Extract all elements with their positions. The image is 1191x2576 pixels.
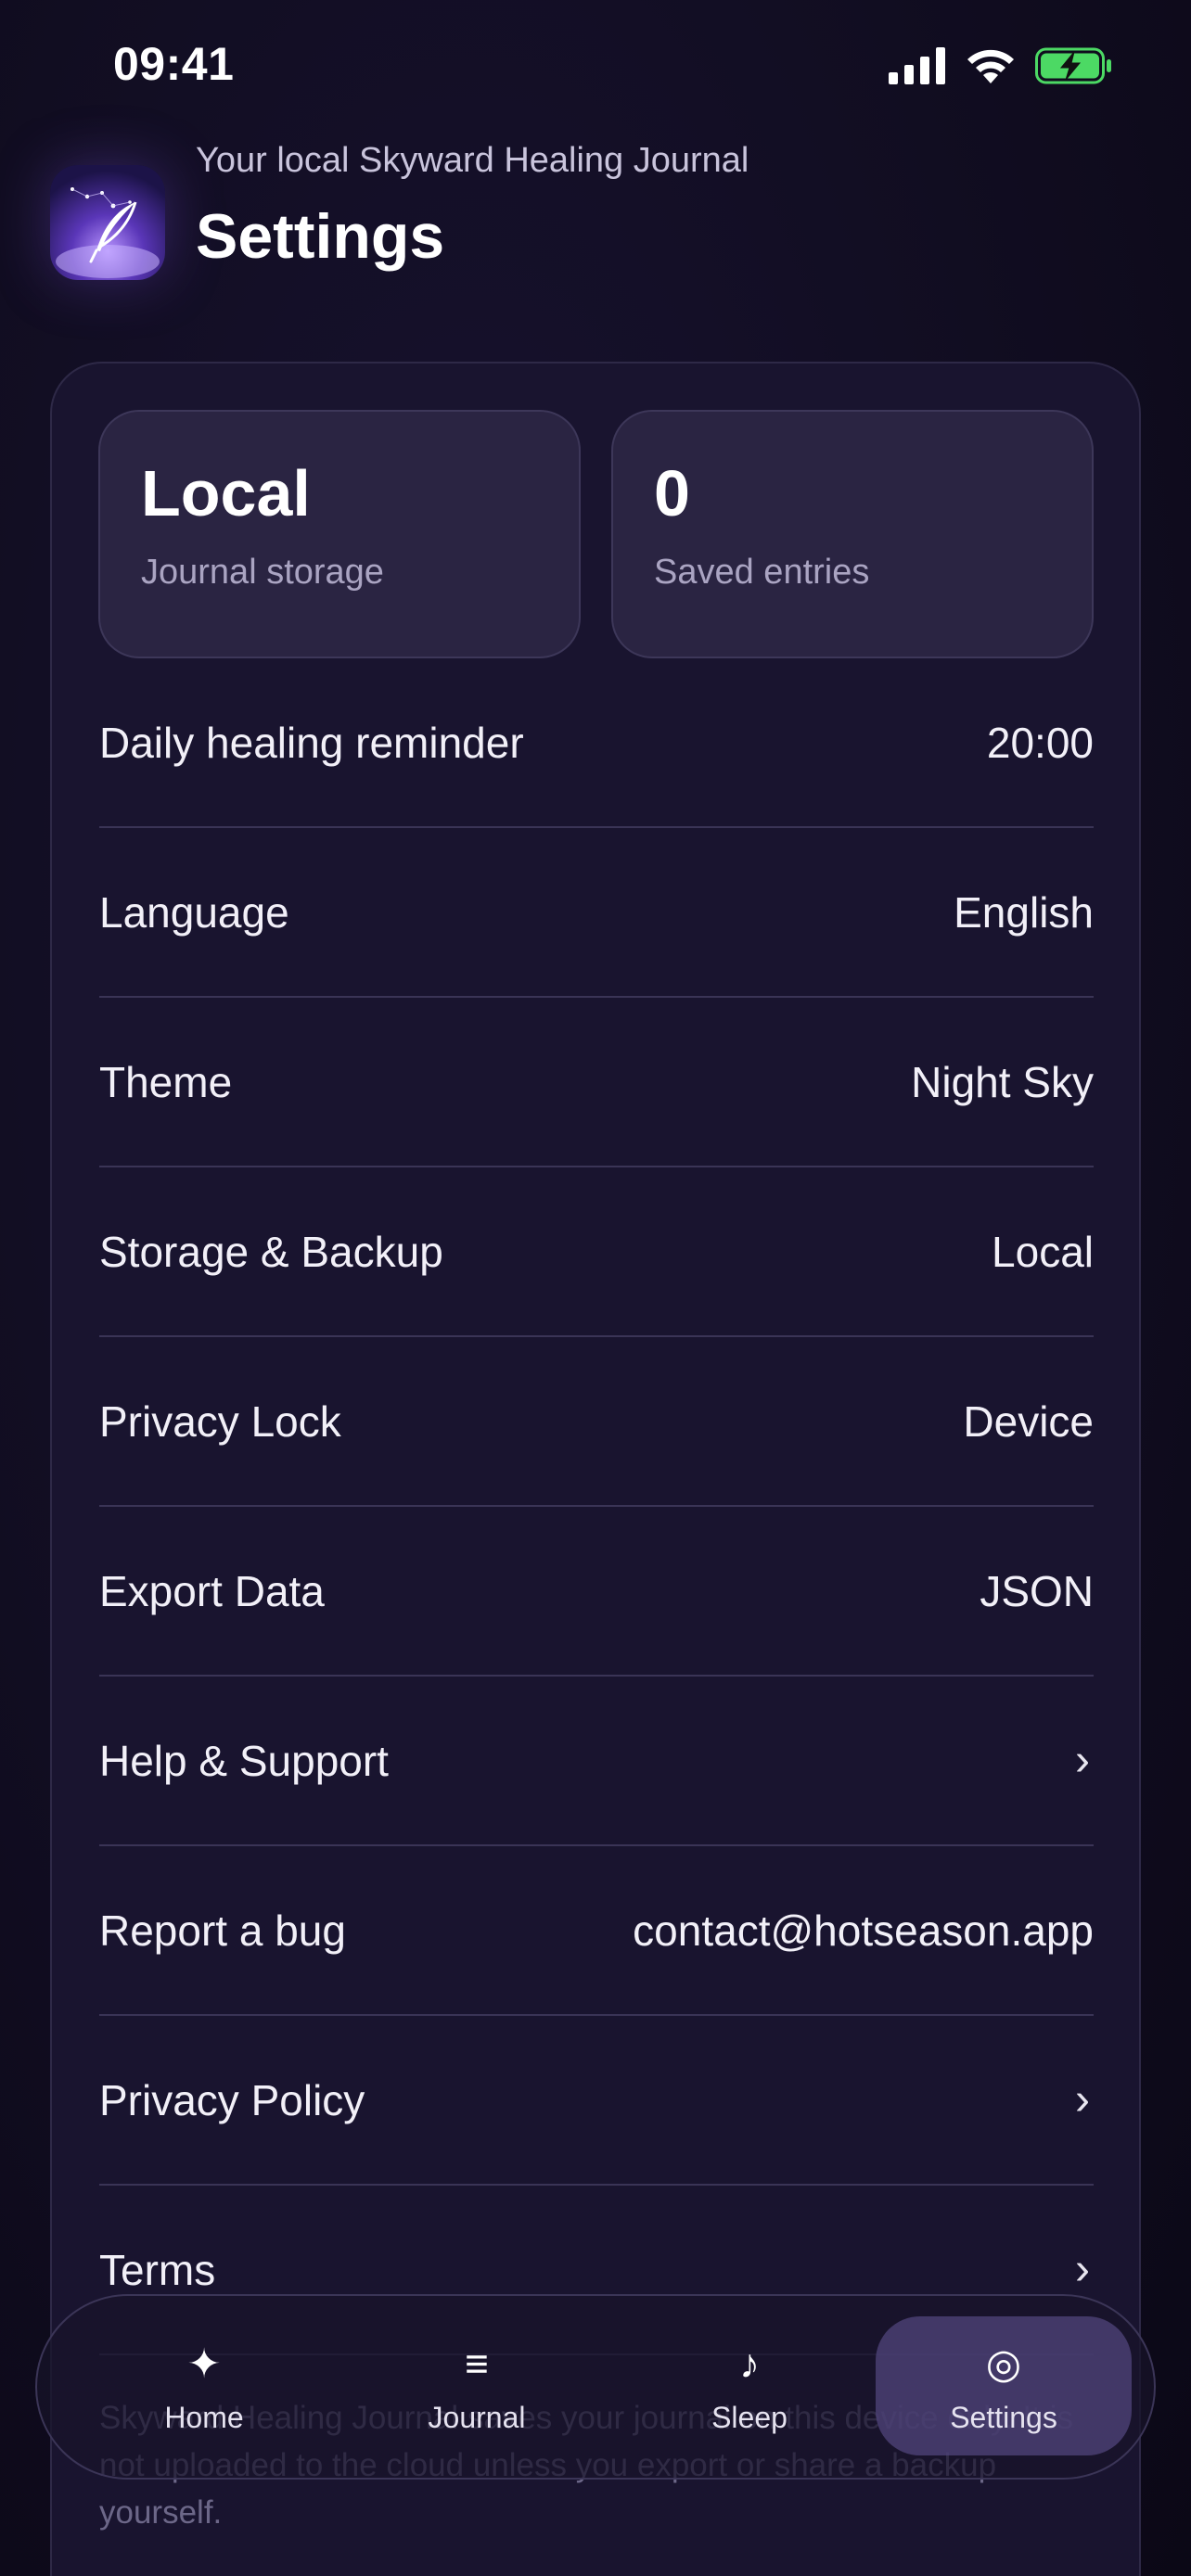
chevron-right-icon: › xyxy=(1075,2245,1090,2294)
setting-label: Daily healing reminder xyxy=(99,718,524,767)
stat-value: Local xyxy=(141,457,311,529)
setting-value: 20:00 xyxy=(986,718,1094,767)
tab-label: Home xyxy=(164,2400,244,2434)
tab-label: Sleep xyxy=(711,2400,788,2434)
header-subtitle: Your local Skyward Healing Journal xyxy=(196,141,749,180)
setting-language[interactable]: Language English xyxy=(99,828,1094,998)
setting-label: Help & Support xyxy=(99,1736,389,1785)
settings-screen: 09:41 Your local Skyward Healing Journal… xyxy=(0,0,1191,2576)
chevron-right-icon: › xyxy=(1075,2075,1090,2124)
tab-sleep[interactable]: ♪ Sleep xyxy=(621,2316,877,2455)
setting-label: Report a bug xyxy=(99,1906,346,1955)
stat-value: 0 xyxy=(654,457,690,529)
status-icons xyxy=(889,46,1113,85)
setting-storage-backup[interactable]: Storage & Backup Local xyxy=(99,1167,1094,1337)
setting-daily-reminder[interactable]: Daily healing reminder 20:00 xyxy=(99,658,1094,828)
contact-email-link[interactable]: contact@hotseason.app xyxy=(633,1906,1094,1956)
setting-theme[interactable]: Theme Night Sky xyxy=(99,998,1094,1167)
bottom-tab-bar: ✦ Home ≡ Journal ♪ Sleep ◎ Settings xyxy=(35,2294,1156,2480)
settings-card: Local Journal storage 0 Saved entries Da… xyxy=(50,362,1141,2576)
setting-value: English xyxy=(954,887,1094,937)
cellular-signal-icon xyxy=(889,47,945,84)
setting-help-support[interactable]: Help & Support › xyxy=(99,1677,1094,1846)
list-icon: ≡ xyxy=(465,2340,489,2387)
setting-label: Privacy Policy xyxy=(99,2075,365,2124)
setting-label: Language xyxy=(99,887,289,937)
tab-settings[interactable]: ◎ Settings xyxy=(876,2316,1132,2455)
tab-home[interactable]: ✦ Home xyxy=(76,2316,332,2455)
tab-label: Settings xyxy=(950,2400,1057,2434)
app-icon xyxy=(50,165,165,280)
stat-label: Saved entries xyxy=(654,553,870,592)
battery-charging-icon xyxy=(1035,47,1111,84)
sparkle-icon: ✦ xyxy=(186,2340,222,2387)
setting-privacy-lock[interactable]: Privacy Lock Device xyxy=(99,1337,1094,1507)
setting-value: JSON xyxy=(980,1566,1094,1615)
setting-label: Export Data xyxy=(99,1566,325,1615)
page-title: Settings xyxy=(196,201,445,272)
tab-label: Journal xyxy=(428,2400,526,2434)
tab-journal[interactable]: ≡ Journal xyxy=(349,2316,605,2455)
wifi-icon xyxy=(967,49,1014,83)
journal-feather-icon xyxy=(50,165,165,280)
stat-label: Journal storage xyxy=(141,553,384,592)
setting-value: Local xyxy=(992,1227,1094,1276)
setting-report-bug[interactable]: Report a bug contact@hotseason.app xyxy=(99,1846,1094,2016)
settings-ring-icon: ◎ xyxy=(985,2340,1022,2387)
stat-saved-entries: 0 Saved entries xyxy=(611,410,1094,658)
stat-journal-storage: Local Journal storage xyxy=(98,410,581,658)
chevron-right-icon: › xyxy=(1075,1736,1090,1785)
setting-privacy-policy[interactable]: Privacy Policy › xyxy=(99,2016,1094,2186)
setting-value: Device xyxy=(963,1396,1094,1446)
setting-label: Privacy Lock xyxy=(99,1396,341,1446)
status-time: 09:41 xyxy=(113,38,235,90)
setting-value: Night Sky xyxy=(911,1057,1094,1106)
settings-list: Daily healing reminder 20:00 Language En… xyxy=(99,658,1094,2355)
setting-label: Theme xyxy=(99,1057,233,1106)
music-note-icon: ♪ xyxy=(739,2340,760,2387)
setting-label: Terms xyxy=(99,2245,216,2294)
setting-export-data[interactable]: Export Data JSON xyxy=(99,1507,1094,1677)
setting-label: Storage & Backup xyxy=(99,1227,443,1276)
